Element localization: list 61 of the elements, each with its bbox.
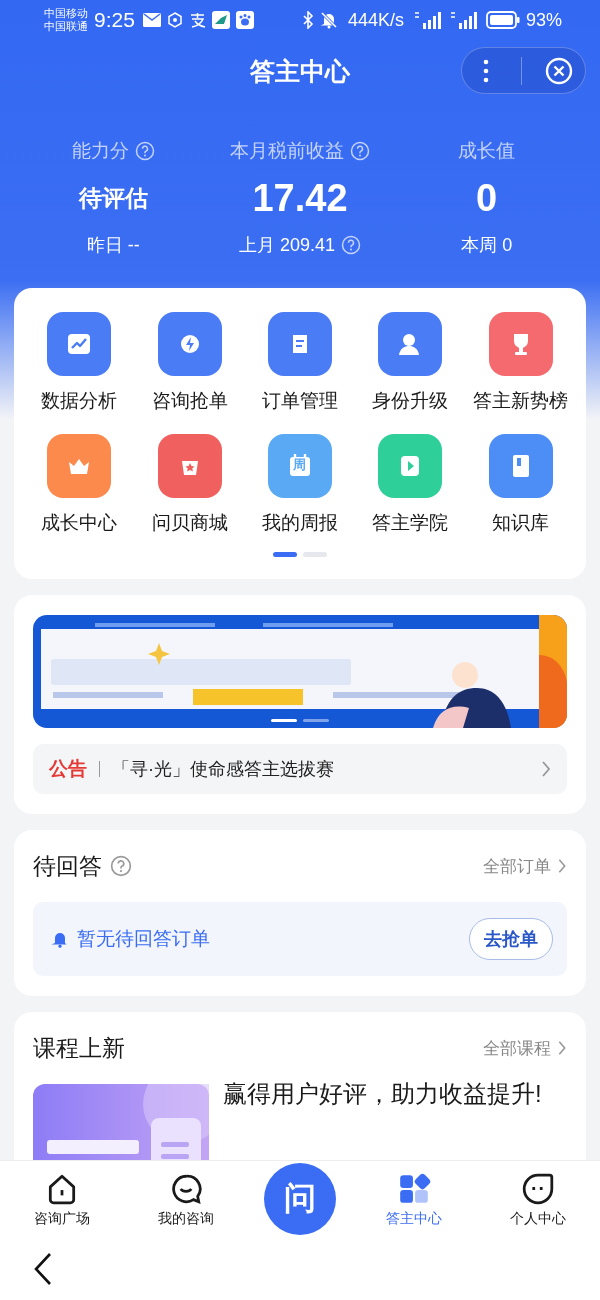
- tool-icon: 周: [268, 434, 332, 498]
- stat-label: 成长值: [458, 139, 516, 163]
- hexagon-icon: [166, 12, 183, 28]
- grid-icon: [397, 1172, 431, 1206]
- face-bubble-icon: [521, 1172, 555, 1206]
- course-title[interactable]: 赢得用户好评，助力收益提升!: [223, 1076, 542, 1160]
- stat-subvalue: 上月 209.41: [238, 234, 336, 257]
- tab-item[interactable]: 我的咨询: [124, 1170, 248, 1228]
- stat-value: 待评估: [78, 184, 148, 213]
- battery-icon: [485, 11, 520, 29]
- section-title: 课程上新: [33, 1033, 125, 1063]
- carrier-name: 中国联通: [44, 20, 88, 33]
- tool-item[interactable]: 身份升级: [355, 312, 466, 414]
- bluetooth-icon: [301, 11, 314, 29]
- notice-bar[interactable]: 公告 「寻·光」使命感答主选拔赛: [33, 744, 567, 794]
- battery-level: 93%: [525, 9, 562, 31]
- stat-value: 17.42: [252, 176, 348, 221]
- tool-item[interactable]: 问贝商城: [134, 434, 245, 536]
- chat-bubble-icon: [169, 1172, 203, 1206]
- tool-item[interactable]: 成长中心: [24, 434, 135, 536]
- close-icon[interactable]: [545, 56, 574, 85]
- tool-item[interactable]: 周 我的周报: [244, 434, 356, 536]
- stat-label: 本月税前收益: [230, 139, 344, 163]
- mute-bell-icon: [319, 11, 338, 29]
- chevron-right-icon: [541, 760, 551, 778]
- back-icon[interactable]: [32, 1251, 54, 1286]
- tool-item[interactable]: 数据分析: [24, 312, 135, 414]
- clock-time: 9:25: [94, 8, 135, 32]
- tab-item[interactable]: 答主中心: [352, 1170, 476, 1228]
- grab-order-button[interactable]: 去抢单: [469, 918, 553, 960]
- bell-icon: [51, 930, 69, 948]
- chevron-right-icon: [557, 1040, 567, 1056]
- pay-app-icon: [188, 12, 206, 28]
- empty-state-text: 暂无待回答订单: [77, 927, 210, 951]
- tool-item[interactable]: 订单管理: [244, 312, 356, 414]
- stat-value: 0: [476, 176, 498, 221]
- tool-item[interactable]: 答主新势榜: [465, 312, 576, 414]
- tool-item[interactable]: 咨询抢单: [134, 312, 245, 414]
- signal-icon: [449, 11, 480, 29]
- network-speed: 444K/s: [347, 9, 404, 31]
- mail-icon: [142, 13, 161, 27]
- signal-icon: [413, 11, 444, 29]
- stat-subvalue: 本周 0: [461, 234, 513, 257]
- paw-app-icon: [235, 11, 254, 29]
- tab-item[interactable]: 咨询广场: [0, 1170, 124, 1228]
- carrier-name: 中国移动: [44, 7, 88, 20]
- section-title: 待回答: [33, 851, 102, 881]
- all-orders-link[interactable]: 全部订单: [483, 854, 567, 878]
- tool-item[interactable]: 答主学院: [355, 434, 466, 536]
- notice-text: 「寻·光」使命感答主选拔赛: [112, 758, 335, 781]
- chevron-right-icon: [557, 858, 567, 874]
- tab-item[interactable]: 个人中心: [476, 1170, 600, 1228]
- stat-label: 能力分: [71, 139, 129, 163]
- stat-subvalue: 昨日 --: [86, 234, 140, 257]
- tool-item[interactable]: 知识库: [465, 434, 576, 536]
- app-badge-icon: [211, 11, 230, 29]
- ask-button[interactable]: 问: [264, 1163, 336, 1235]
- help-icon[interactable]: [110, 855, 132, 877]
- page-title: 答主中心: [250, 55, 350, 87]
- notice-label: 公告: [49, 757, 87, 781]
- all-courses-link[interactable]: 全部课程: [483, 1036, 567, 1060]
